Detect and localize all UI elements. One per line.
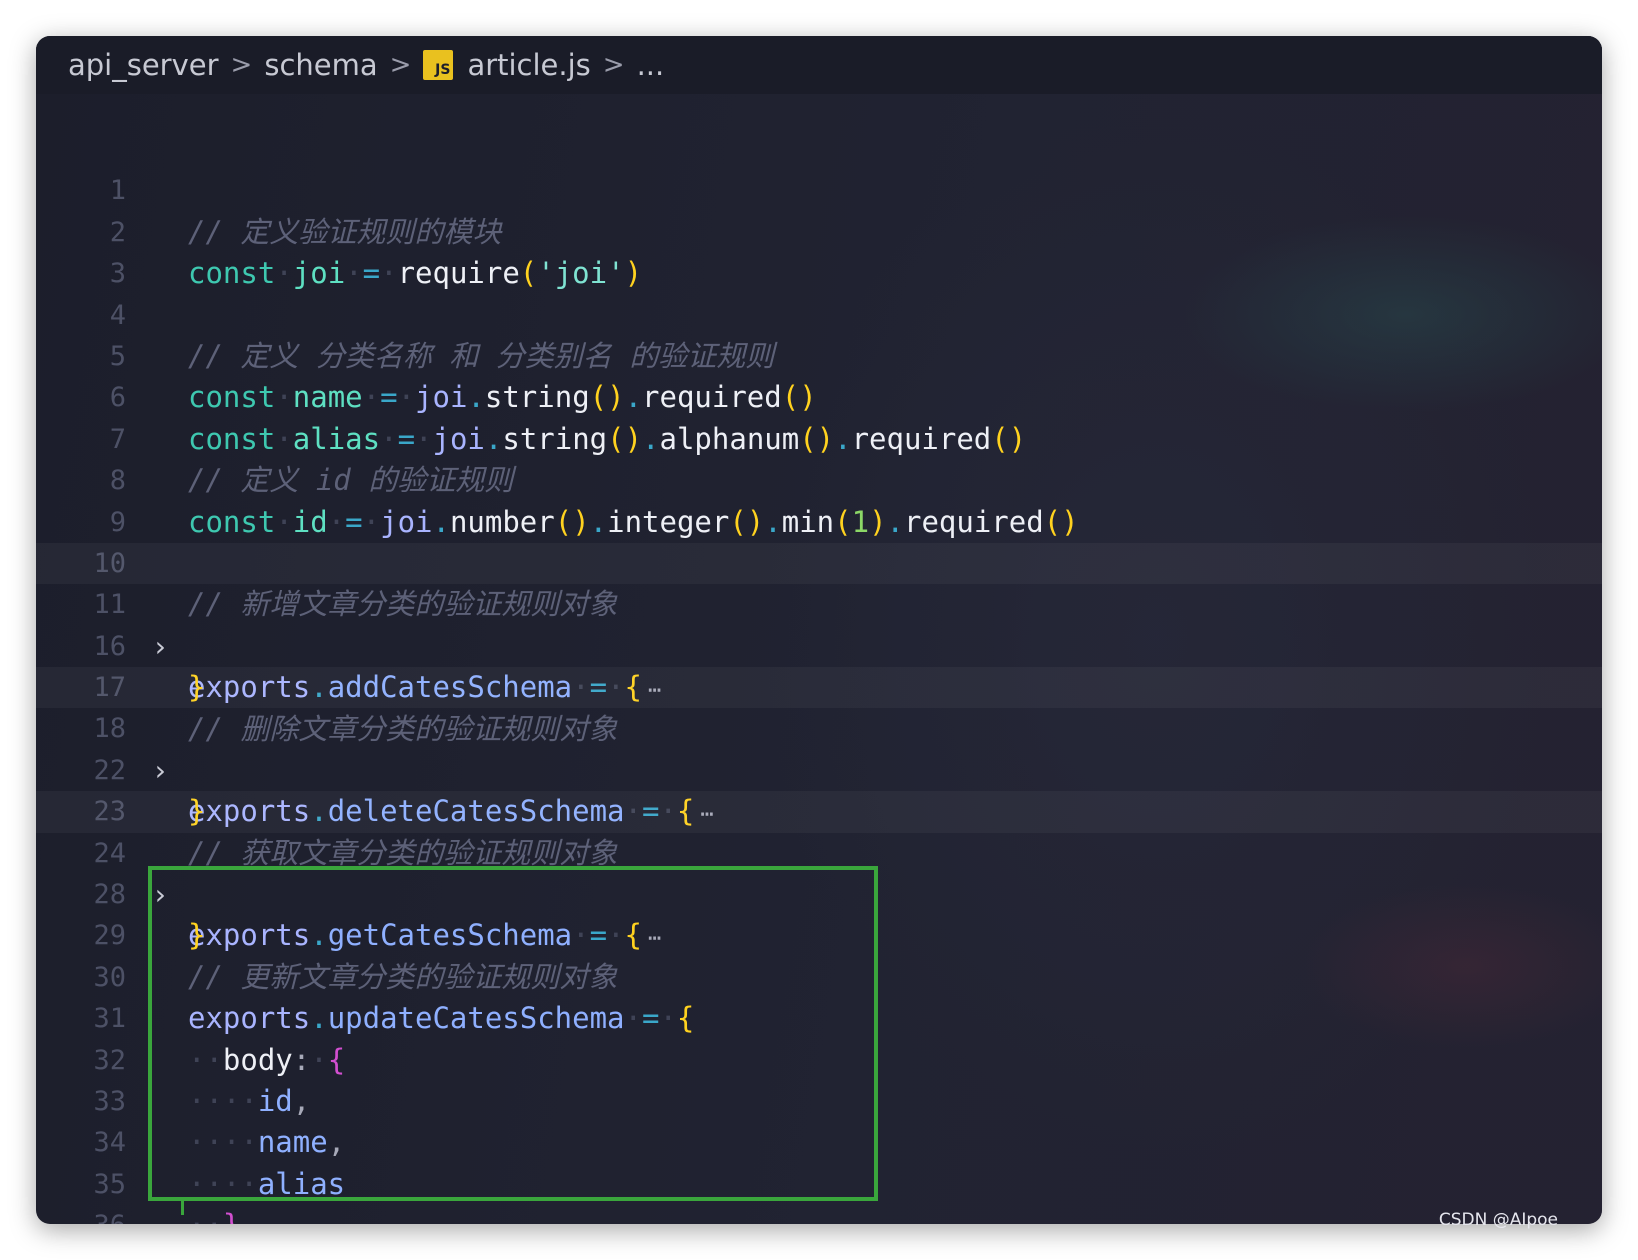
javascript-file-icon: JS xyxy=(423,50,454,80)
code-area[interactable]: 1 // 定义验证规则的模块 2 const·joi·=·require('jo… xyxy=(36,129,1602,1224)
code-line: 1 // 定义验证规则的模块 xyxy=(36,129,1602,248)
code-line: 8 const·id·=·joi.number().integer().min(… xyxy=(36,419,1602,538)
code-line: 6 const·alias·=·joi.string().alphanum().… xyxy=(36,336,1602,455)
breadcrumb: api_server > schema > JS article.js > ..… xyxy=(36,36,1602,94)
breadcrumb-item-article-js[interactable]: article.js xyxy=(467,48,590,82)
chevron-right-icon: > xyxy=(602,50,625,80)
code-line: 31 ··body:·{ xyxy=(36,957,1602,1076)
breadcrumb-item-api-server[interactable]: api_server xyxy=(68,48,219,82)
code-line: 17 // 删除文章分类的验证规则对象 xyxy=(36,626,1602,745)
code-line: 33 ····name, xyxy=(36,1040,1602,1159)
code-line: 3 xyxy=(36,212,1602,289)
code-line-folded: 24 › exports.getCatesSchema·=·{⋯ xyxy=(36,791,1602,952)
code-line: 35 ··} xyxy=(36,1122,1602,1224)
code-line: 9 xyxy=(36,460,1602,538)
code-line: 30 exports.updateCatesSchema·=·{ xyxy=(36,915,1602,1035)
code-line: 34 ····alias xyxy=(36,1081,1602,1200)
code-line: 29 // 更新文章分类的验证规则对象 xyxy=(36,874,1602,993)
editor-window: api_server > schema > JS article.js > ..… xyxy=(36,36,1602,1224)
code-line-folded: 18 › exports.deleteCatesSchema·=·{⋯ xyxy=(36,667,1602,828)
code-line: 2 const·joi·=·require('joi') xyxy=(36,170,1602,290)
code-line: 16 } xyxy=(36,584,1602,704)
code-line: 36 } xyxy=(36,1164,1602,1224)
code-line: 32 ····id, xyxy=(36,998,1602,1118)
code-line: 7 // 定义 id 的验证规则 xyxy=(36,377,1602,497)
breadcrumb-item-schema[interactable]: schema xyxy=(264,48,377,82)
code-line: 5 const·name·=·joi.string().required() xyxy=(36,295,1602,414)
code-line: 4 // 定义 分类名称 和 分类别名 的验证规则 xyxy=(36,253,1602,373)
chevron-right-icon: > xyxy=(389,50,412,80)
watermark: CSDN @AIpoe xyxy=(1438,1210,1558,1230)
code-line: 28 } xyxy=(36,833,1602,952)
code-line: 10 // 新增文章分类的验证规则对象 xyxy=(36,502,1602,621)
code-line-folded: 11 › exports.addCatesSchema·=·{⋯ xyxy=(36,542,1602,704)
code-line: 23 // 获取文章分类的验证规则对象 xyxy=(36,750,1602,869)
text-cursor xyxy=(181,1201,184,1215)
chevron-right-icon: > xyxy=(230,50,253,80)
line-number: 36 xyxy=(36,1205,126,1224)
breadcrumb-item-more[interactable]: ... xyxy=(637,48,665,82)
code-line: 22 } xyxy=(36,708,1602,828)
